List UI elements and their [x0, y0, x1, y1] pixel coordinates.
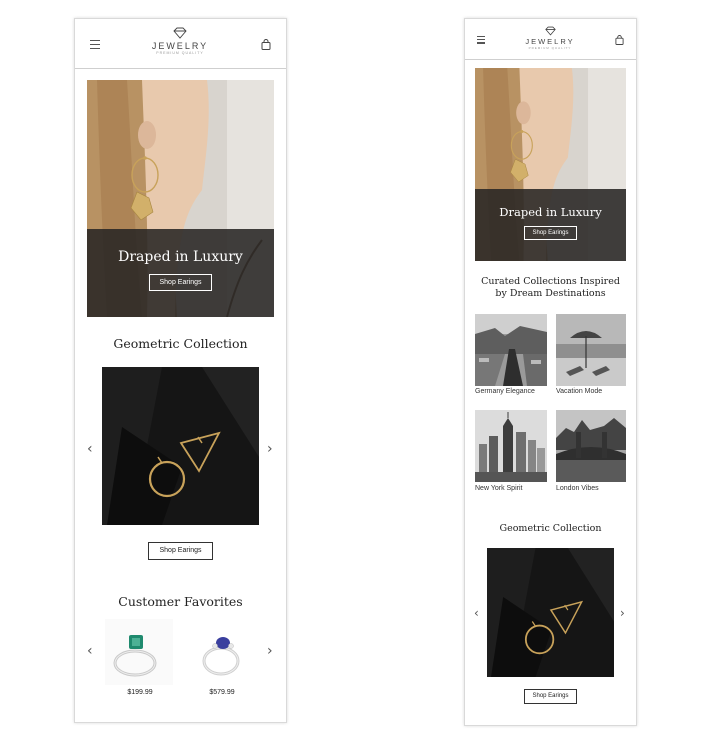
collection-germany-image[interactable]: [475, 314, 547, 386]
shop-earings-geometric-button[interactable]: Shop Earings: [148, 542, 213, 560]
chevron-left-icon[interactable]: ‹: [87, 441, 93, 457]
collection-label[interactable]: London Vibes: [556, 485, 599, 492]
product-price: $579.99: [209, 689, 235, 696]
chevron-left-icon[interactable]: ‹: [87, 643, 93, 659]
collection-label[interactable]: New York Spirit: [475, 485, 522, 492]
collection-london-image[interactable]: [556, 410, 626, 482]
brand-name: JEWELRY: [525, 37, 575, 46]
hero-title: Draped in Luxury: [118, 249, 243, 265]
chevron-left-icon[interactable]: ‹: [474, 606, 479, 620]
brand-logo[interactable]: JEWELRY PREMIUM QUALITY: [140, 27, 220, 55]
chevron-right-icon[interactable]: ›: [620, 606, 625, 620]
shop-earings-geometric-button[interactable]: Shop Earings: [524, 689, 577, 704]
curated-collections-title: Curated Collections Inspired by Dream De…: [465, 276, 636, 300]
geometric-collection-title: Geometric Collection: [499, 523, 602, 534]
brand-name: JEWELRY: [151, 41, 209, 51]
product-card-ring-1[interactable]: [105, 619, 173, 685]
shopping-bag-icon[interactable]: [615, 35, 624, 45]
collection-label[interactable]: Germany Elegance: [475, 388, 535, 395]
collection-vacation-image[interactable]: [556, 314, 626, 386]
site-header: JEWELRY PREMIUM QUALITY: [75, 19, 286, 69]
collection-new-york-image[interactable]: [475, 410, 547, 482]
product-card-ring-2[interactable]: [187, 619, 255, 685]
hamburger-icon[interactable]: [477, 36, 485, 44]
hero-title: Draped in Luxury: [499, 205, 602, 219]
geometric-collection-title: Geometric Collection: [113, 336, 248, 351]
hero-overlay: Draped in Luxury Shop Earings: [87, 229, 274, 317]
curated-title-line-2: by Dream Destinations: [495, 288, 606, 299]
collection-label[interactable]: Vacation Mode: [556, 388, 602, 395]
hero-banner: Draped in Luxury Shop Earings: [475, 68, 626, 261]
mobile-screen-secondary: JEWELRY PREMIUM QUALITY Draped in Luxury…: [464, 18, 637, 726]
shop-earings-hero-button[interactable]: Shop Earings: [149, 274, 212, 291]
mobile-screen-primary: JEWELRY PREMIUM QUALITY Draped in Luxury…: [74, 18, 287, 723]
shopping-bag-icon[interactable]: [261, 39, 271, 50]
diamond-icon: [544, 26, 556, 36]
curated-title-line-1: Curated Collections Inspired: [481, 276, 620, 287]
brand-tagline: PREMIUM QUALITY: [528, 46, 572, 50]
customer-favorites-title: Customer Favorites: [118, 594, 243, 609]
geometric-earrings-image: [487, 548, 614, 677]
chevron-right-icon[interactable]: ›: [267, 441, 273, 457]
brand-tagline: PREMIUM QUALITY: [156, 51, 204, 55]
hero-overlay: Draped in Luxury Shop Earings: [475, 189, 626, 261]
shop-earings-hero-button[interactable]: Shop Earings: [524, 226, 577, 240]
hero-banner: Draped in Luxury Shop Earings: [87, 80, 274, 317]
hamburger-icon[interactable]: [90, 40, 100, 49]
brand-logo[interactable]: JEWELRY PREMIUM QUALITY: [515, 26, 585, 50]
diamond-icon: [173, 27, 187, 39]
product-price: $199.99: [127, 689, 153, 696]
geometric-earrings-image: [102, 367, 259, 525]
chevron-right-icon[interactable]: ›: [267, 643, 273, 659]
site-header: JEWELRY PREMIUM QUALITY: [465, 19, 636, 60]
